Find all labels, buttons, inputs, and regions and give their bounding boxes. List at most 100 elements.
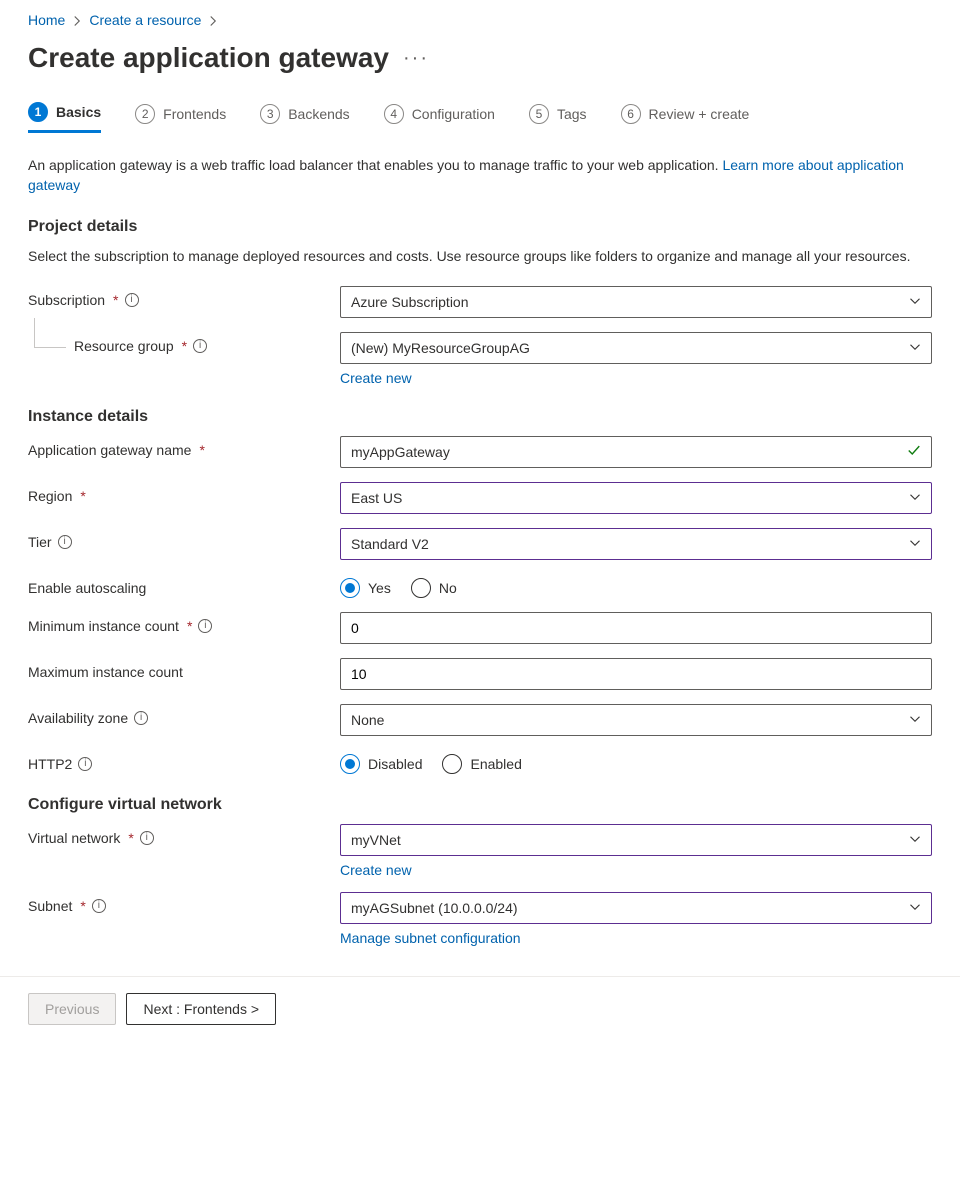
tab-label: Review + create [649, 106, 750, 122]
required-icon: * [199, 442, 204, 458]
gateway-name-input[interactable]: myAppGateway [340, 436, 932, 468]
http2-enabled-radio[interactable]: Enabled [442, 754, 521, 774]
max-instance-label: Maximum instance count [28, 664, 183, 680]
radio-label: Enabled [470, 756, 521, 772]
info-icon[interactable]: i [140, 831, 154, 845]
tab-label: Backends [288, 106, 349, 122]
chevron-down-icon [909, 536, 921, 552]
http2-label: HTTP2 [28, 756, 72, 772]
tab-label: Frontends [163, 106, 226, 122]
radio-icon [411, 578, 431, 598]
autoscale-label: Enable autoscaling [28, 580, 146, 596]
tier-label: Tier [28, 534, 52, 550]
chevron-right-icon [71, 13, 83, 27]
tab-review-create[interactable]: 6 Review + create [621, 102, 750, 133]
step-number-icon: 3 [260, 104, 280, 124]
availability-zone-label: Availability zone [28, 710, 128, 726]
tab-configuration[interactable]: 4 Configuration [384, 102, 495, 133]
tier-select[interactable]: Standard V2 [340, 528, 932, 560]
breadcrumb: Home Create a resource [28, 12, 932, 28]
subnet-select[interactable]: myAGSubnet (10.0.0.0/24) [340, 892, 932, 924]
subnet-label: Subnet [28, 898, 72, 914]
radio-label: Disabled [368, 756, 422, 772]
autoscale-radio-group: Yes No [340, 574, 932, 598]
required-icon: * [80, 898, 85, 914]
required-icon: * [128, 830, 133, 846]
tab-backends[interactable]: 3 Backends [260, 102, 349, 133]
info-icon[interactable]: i [193, 339, 207, 353]
info-icon[interactable]: i [58, 535, 72, 549]
info-icon[interactable]: i [78, 757, 92, 771]
chevron-down-icon [909, 294, 921, 310]
autoscale-no-radio[interactable]: No [411, 578, 457, 598]
step-number-icon: 6 [621, 104, 641, 124]
intro-text: An application gateway is a web traffic … [28, 155, 932, 196]
tab-label: Tags [557, 106, 587, 122]
step-number-icon: 2 [135, 104, 155, 124]
info-icon[interactable]: i [92, 899, 106, 913]
chevron-down-icon [909, 832, 921, 848]
create-new-rg-link[interactable]: Create new [340, 370, 412, 386]
gateway-name-value: myAppGateway [351, 444, 450, 460]
tab-frontends[interactable]: 2 Frontends [135, 102, 226, 133]
tab-basics[interactable]: 1 Basics [28, 102, 101, 133]
project-details-desc: Select the subscription to manage deploy… [28, 246, 932, 266]
max-instance-input[interactable] [340, 658, 932, 690]
checkmark-icon [907, 443, 921, 460]
radio-icon [340, 578, 360, 598]
gateway-name-label: Application gateway name [28, 442, 191, 458]
virtual-network-value: myVNet [351, 832, 401, 848]
radio-icon [340, 754, 360, 774]
chevron-down-icon [909, 490, 921, 506]
autoscale-yes-radio[interactable]: Yes [340, 578, 391, 598]
info-icon[interactable]: i [134, 711, 148, 725]
radio-label: No [439, 580, 457, 596]
virtual-network-label: Virtual network [28, 830, 120, 846]
subscription-select[interactable]: Azure Subscription [340, 286, 932, 318]
manage-subnet-link[interactable]: Manage subnet configuration [340, 930, 521, 946]
http2-disabled-radio[interactable]: Disabled [340, 754, 422, 774]
step-number-icon: 4 [384, 104, 404, 124]
radio-icon [442, 754, 462, 774]
create-new-vnet-link[interactable]: Create new [340, 862, 412, 878]
previous-button[interactable]: Previous [28, 993, 116, 1025]
subscription-label: Subscription [28, 292, 105, 308]
chevron-right-icon [207, 13, 219, 27]
min-instance-label: Minimum instance count [28, 618, 179, 634]
region-select[interactable]: East US [340, 482, 932, 514]
subnet-value: myAGSubnet (10.0.0.0/24) [351, 900, 518, 916]
region-value: East US [351, 490, 402, 506]
resource-group-value: (New) MyResourceGroupAG [351, 340, 530, 356]
tab-label: Configuration [412, 106, 495, 122]
next-button[interactable]: Next : Frontends > [126, 993, 276, 1025]
project-details-heading: Project details [28, 218, 932, 236]
tree-line-icon [34, 318, 66, 348]
required-icon: * [80, 488, 85, 504]
step-number-icon: 1 [28, 102, 48, 122]
virtual-network-select[interactable]: myVNet [340, 824, 932, 856]
tier-value: Standard V2 [351, 536, 429, 552]
info-icon[interactable]: i [198, 619, 212, 633]
vnet-heading: Configure virtual network [28, 796, 932, 814]
tab-label: Basics [56, 104, 101, 120]
chevron-down-icon [909, 900, 921, 916]
wizard-footer: Previous Next : Frontends > [0, 976, 960, 1041]
http2-radio-group: Disabled Enabled [340, 750, 932, 774]
resource-group-select[interactable]: (New) MyResourceGroupAG [340, 332, 932, 364]
required-icon: * [113, 292, 118, 308]
more-icon[interactable]: ··· [403, 47, 429, 70]
instance-details-heading: Instance details [28, 408, 932, 426]
availability-zone-value: None [351, 712, 384, 728]
tab-tags[interactable]: 5 Tags [529, 102, 587, 133]
page-title: Create application gateway [28, 42, 389, 74]
info-icon[interactable]: i [125, 293, 139, 307]
availability-zone-select[interactable]: None [340, 704, 932, 736]
breadcrumb-home[interactable]: Home [28, 12, 65, 28]
radio-label: Yes [368, 580, 391, 596]
min-instance-input[interactable] [340, 612, 932, 644]
subscription-value: Azure Subscription [351, 294, 469, 310]
required-icon: * [182, 338, 187, 354]
chevron-down-icon [909, 712, 921, 728]
resource-group-label: Resource group [74, 338, 174, 354]
breadcrumb-create-resource[interactable]: Create a resource [89, 12, 201, 28]
